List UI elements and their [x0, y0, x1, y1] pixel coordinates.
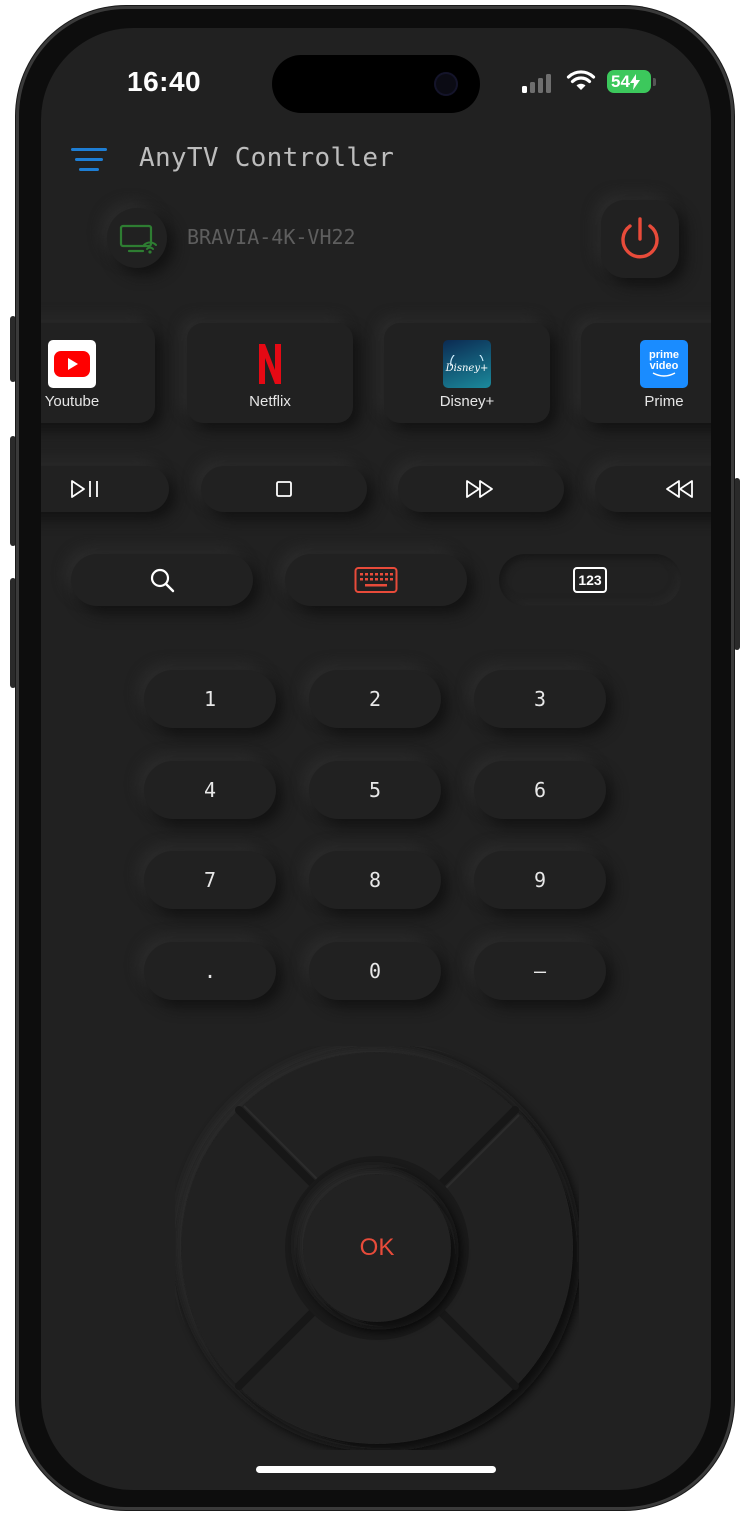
netflix-logo-icon — [246, 340, 294, 388]
app-shortcuts-row: Youtube Netflix Disney+ Disney+ prime vi… — [41, 323, 711, 423]
stop-button[interactable] — [201, 466, 367, 512]
numpad-icon: 123 — [573, 567, 607, 593]
device-status-button[interactable] — [107, 208, 167, 268]
dpad-graphic — [181, 1052, 573, 1444]
key-2[interactable]: 2 — [309, 670, 441, 728]
power-button[interactable] — [601, 200, 679, 278]
prime-logo-line2: video — [649, 360, 679, 372]
app-label: Youtube — [44, 393, 100, 410]
key-5[interactable]: 5 — [309, 761, 441, 819]
key-dash[interactable]: – — [474, 942, 606, 1000]
camera-icon — [434, 72, 458, 96]
dpad: OK — [175, 1046, 579, 1450]
key-3[interactable]: 3 — [474, 670, 606, 728]
key-9[interactable]: 9 — [474, 851, 606, 909]
app-disney-plus-button[interactable]: Disney+ Disney+ — [384, 323, 550, 423]
prime-video-logo-icon: prime video — [640, 340, 688, 388]
key-8[interactable]: 8 — [309, 851, 441, 909]
stop-icon — [276, 481, 292, 497]
app-label: Netflix — [249, 393, 291, 410]
key-4[interactable]: 4 — [144, 761, 276, 819]
app-title: AnyTV Controller — [139, 143, 395, 173]
search-button[interactable] — [71, 554, 253, 606]
search-icon — [150, 568, 175, 593]
battery-cap — [653, 78, 656, 86]
fast-forward-button[interactable] — [398, 466, 564, 512]
key-7[interactable]: 7 — [144, 851, 276, 909]
rewind-button[interactable] — [595, 466, 711, 512]
app-label: Disney+ — [439, 393, 495, 410]
tv-connected-icon — [119, 224, 157, 254]
key-dot[interactable]: . — [144, 942, 276, 1000]
app-youtube-button[interactable]: Youtube — [41, 323, 155, 423]
app-label: Prime — [644, 393, 684, 410]
youtube-logo-icon — [48, 340, 96, 388]
key-1[interactable]: 1 — [144, 670, 276, 728]
app-netflix-button[interactable]: Netflix — [187, 323, 353, 423]
key-6[interactable]: 6 — [474, 761, 606, 819]
power-icon — [621, 217, 659, 259]
app-prime-video-button[interactable]: prime video Prime — [581, 323, 711, 423]
home-indicator[interactable] — [256, 1466, 496, 1473]
cellular-signal-icon — [522, 74, 551, 93]
battery-level: 54 — [611, 71, 630, 91]
disney-plus-logo-text: Disney+ — [445, 362, 489, 374]
wifi-icon — [566, 70, 596, 90]
numpad-button[interactable]: 123 — [499, 554, 681, 606]
disney-plus-logo-icon: Disney+ — [443, 340, 491, 388]
key-0[interactable]: 0 — [309, 942, 441, 1000]
status-time: 16:40 — [127, 66, 202, 97]
fast-forward-icon — [466, 480, 493, 498]
numpad-icon-label: 123 — [578, 572, 602, 588]
hamburger-menu-icon[interactable] — [71, 148, 107, 174]
device-name: BRAVIA-4K-VH22 — [187, 225, 356, 249]
side-power-button — [734, 478, 740, 650]
app-screen: 16:40 54 AnyTV Controller BRAVIA-4K-VH22 — [41, 28, 711, 1490]
rewind-icon — [666, 480, 693, 498]
dynamic-island — [272, 55, 480, 113]
ok-button[interactable] — [303, 1174, 451, 1322]
media-controls-row — [41, 466, 711, 512]
play-pause-icon — [71, 480, 98, 498]
charging-bolt-icon — [629, 73, 640, 90]
play-pause-button[interactable] — [41, 466, 169, 512]
keyboard-icon — [354, 567, 398, 593]
battery-icon: 54 — [607, 70, 651, 93]
keyboard-button[interactable] — [285, 554, 467, 606]
